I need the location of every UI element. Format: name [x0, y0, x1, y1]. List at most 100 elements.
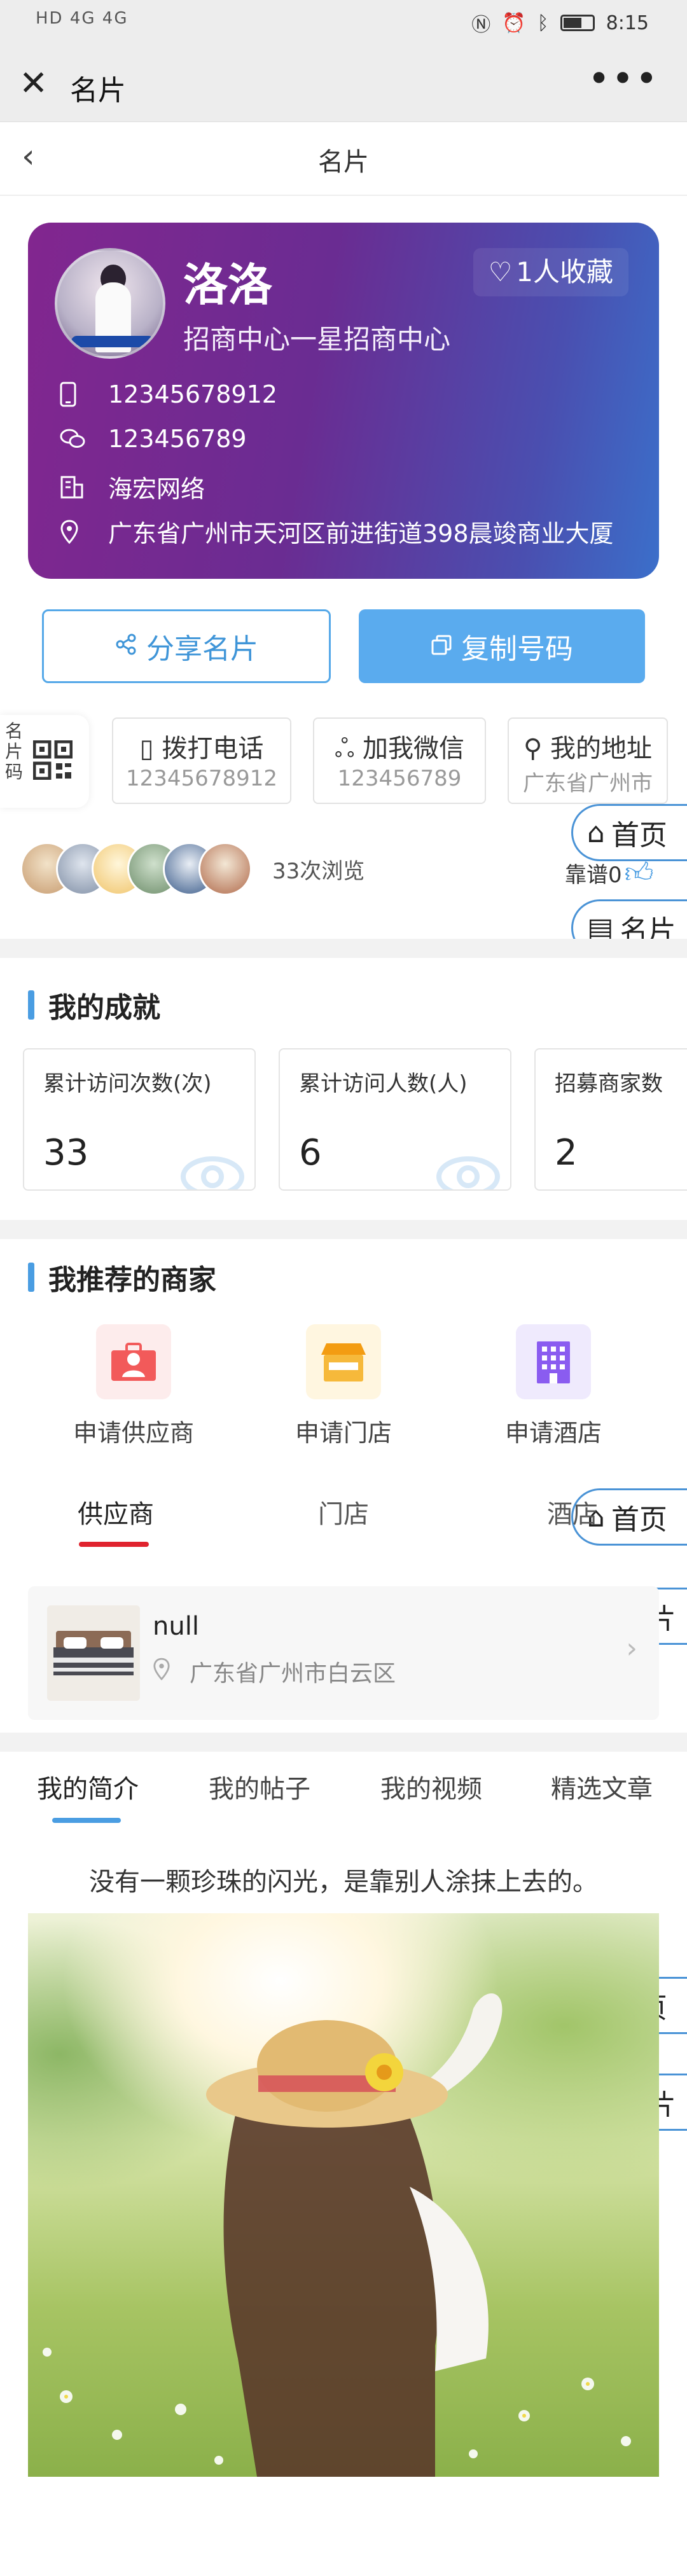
- favorite-count: 1人收藏: [516, 256, 613, 287]
- stat-label: 累计访问次数(次): [43, 1071, 212, 1097]
- card-phone: 12345678912: [108, 380, 277, 408]
- card-code-label: 名片码: [5, 721, 24, 782]
- page-header: ‹ 名片: [0, 122, 687, 196]
- merchant-name: null: [153, 1612, 199, 1641]
- view-count: 33次浏览: [272, 859, 365, 884]
- add-wechat-label: 加我微信: [363, 734, 465, 763]
- share-icon: [114, 630, 137, 663]
- card-company-row: 海宏网络: [60, 469, 205, 504]
- merchant-address: 广东省广州市白云区: [190, 1661, 396, 1687]
- card-wechat-row[interactable]: 123456789: [60, 425, 247, 453]
- merchant-address-row: 广东省广州市白云区: [153, 1655, 396, 1688]
- favorite-button[interactable]: ♡ 1人收藏: [473, 248, 628, 296]
- copy-icon: [431, 630, 452, 663]
- tab-supplier[interactable]: 供应商: [78, 1493, 154, 1530]
- call-phone-label: 拨打电话: [162, 734, 264, 763]
- apply-hotel-label: 申请酒店: [504, 1419, 602, 1447]
- stat-visitor-count: 累计访问人数(人) 6: [279, 1048, 511, 1191]
- phone-icon: ▯: [139, 734, 162, 763]
- call-phone-button[interactable]: ▯ 拨打电话 12345678912: [112, 717, 291, 804]
- my-address-text: 广东省广州市: [523, 771, 653, 796]
- card-name: 洛洛: [183, 259, 272, 311]
- floating-home-button[interactable]: ⌂首页: [571, 804, 687, 861]
- achievements-title: 我的成就: [28, 985, 160, 1025]
- stat-visit-count: 累计访问次数(次) 33: [23, 1048, 256, 1191]
- tab-my-intro[interactable]: 我的简介: [37, 1768, 139, 1805]
- section-divider: [0, 1220, 687, 1239]
- close-icon[interactable]: ✕: [19, 66, 48, 100]
- merchant-list-item[interactable]: null 广东省广州市白云区 ›: [28, 1586, 659, 1720]
- building-icon: [60, 475, 92, 499]
- add-wechat-button[interactable]: ஃ 加我微信 123456789: [313, 717, 486, 804]
- share-card-button[interactable]: 分享名片: [42, 609, 331, 683]
- hotel-icon: [516, 1324, 591, 1399]
- tab-featured-articles[interactable]: 精选文章: [551, 1768, 653, 1805]
- merchants-title: 我推荐的商家: [28, 1257, 216, 1298]
- location-pin-icon: [153, 1657, 170, 1687]
- status-bar: HD 4G 4G Ⓝ ⏰ ᛒ 8:15: [0, 0, 687, 46]
- like-count: 靠谱0: [565, 862, 622, 888]
- qr-code-icon: [33, 740, 73, 780]
- apply-store-label: 申请门店: [295, 1419, 392, 1447]
- stat-merchant-count: 招募商家数 2: [534, 1048, 687, 1191]
- heart-icon: ♡: [488, 256, 513, 287]
- tab-store[interactable]: 门店: [318, 1493, 369, 1530]
- status-icons: Ⓝ ⏰ ᛒ 8:15: [471, 9, 649, 37]
- eye-icon: [436, 1156, 500, 1189]
- visitor-avatar[interactable]: [198, 842, 252, 896]
- tab-my-videos[interactable]: 我的视频: [380, 1768, 482, 1805]
- store-icon: [306, 1324, 381, 1399]
- card-wechat: 123456789: [108, 425, 247, 453]
- supplier-icon: [96, 1324, 171, 1399]
- floating-home-label: 首页: [611, 1504, 667, 1536]
- eye-icon: [181, 1156, 244, 1189]
- my-address-label: 我的地址: [550, 734, 652, 763]
- card-phone-row[interactable]: 12345678912: [60, 380, 277, 408]
- clock: 8:15: [606, 11, 649, 34]
- business-card: 洛洛 ♡ 1人收藏 招商中心一星招商中心 12345678912 1234567…: [28, 223, 659, 579]
- page-title: 名片: [318, 148, 369, 177]
- floating-home-label: 首页: [611, 819, 667, 852]
- stat-value: 2: [555, 1132, 578, 1174]
- stat-label: 招募商家数: [555, 1071, 663, 1097]
- battery-icon: [560, 15, 595, 31]
- bluetooth-icon: ᛒ: [537, 11, 549, 34]
- home-icon: ⌂: [587, 816, 605, 849]
- wechat-icon: [60, 428, 92, 450]
- stat-value: 33: [43, 1132, 89, 1174]
- card-company: 海宏网络: [108, 475, 205, 503]
- apply-store-button[interactable]: 申请门店: [248, 1324, 439, 1448]
- stat-value: 6: [299, 1132, 322, 1174]
- active-tab-indicator: [52, 1818, 121, 1823]
- add-wechat-id: 123456789: [337, 766, 462, 791]
- copy-number-label: 复制号码: [461, 633, 573, 665]
- share-card-label: 分享名片: [146, 633, 258, 665]
- more-menu-button[interactable]: •••: [588, 60, 659, 98]
- apply-hotel-button[interactable]: 申请酒店: [458, 1324, 649, 1448]
- tab-my-posts[interactable]: 我的帖子: [209, 1768, 310, 1805]
- section-divider: [0, 1733, 687, 1752]
- location-pin-icon: [60, 519, 92, 544]
- copy-number-button[interactable]: 复制号码: [359, 609, 645, 683]
- avatar: [55, 248, 165, 359]
- wechat-icon: ஃ: [334, 734, 363, 763]
- call-phone-number: 12345678912: [126, 766, 277, 791]
- card-organization: 招商中心一星招商中心: [183, 324, 451, 355]
- wechat-title-bar: ✕ 名片 •••: [0, 46, 687, 122]
- card-code-tab[interactable]: 名片码: [0, 715, 89, 808]
- tab-hotel[interactable]: 酒店: [547, 1493, 598, 1530]
- alarm-icon: ⏰: [502, 11, 526, 34]
- location-pin-icon: ⚲: [523, 734, 550, 763]
- intro-text: 没有一颗珍珠的闪光，是靠别人涂抹上去的。: [89, 1867, 598, 1897]
- apply-supplier-label: 申请供应商: [73, 1419, 194, 1447]
- nfc-icon: Ⓝ: [471, 14, 491, 36]
- card-address-row[interactable]: 广东省广州市天河区前进街道398晨竣商业大厦: [60, 514, 614, 549]
- stat-label: 累计访问人数(人): [299, 1071, 468, 1097]
- wechat-title: 名片: [70, 74, 126, 107]
- apply-supplier-button[interactable]: 申请供应商: [38, 1324, 229, 1448]
- phone-icon: [60, 382, 92, 407]
- section-divider: [0, 939, 687, 958]
- chevron-right-icon: ›: [626, 1632, 637, 1665]
- card-address: 广东省广州市天河区前进街道398晨竣商业大厦: [108, 520, 614, 548]
- my-address-button[interactable]: ⚲ 我的地址 广东省广州市: [508, 717, 668, 804]
